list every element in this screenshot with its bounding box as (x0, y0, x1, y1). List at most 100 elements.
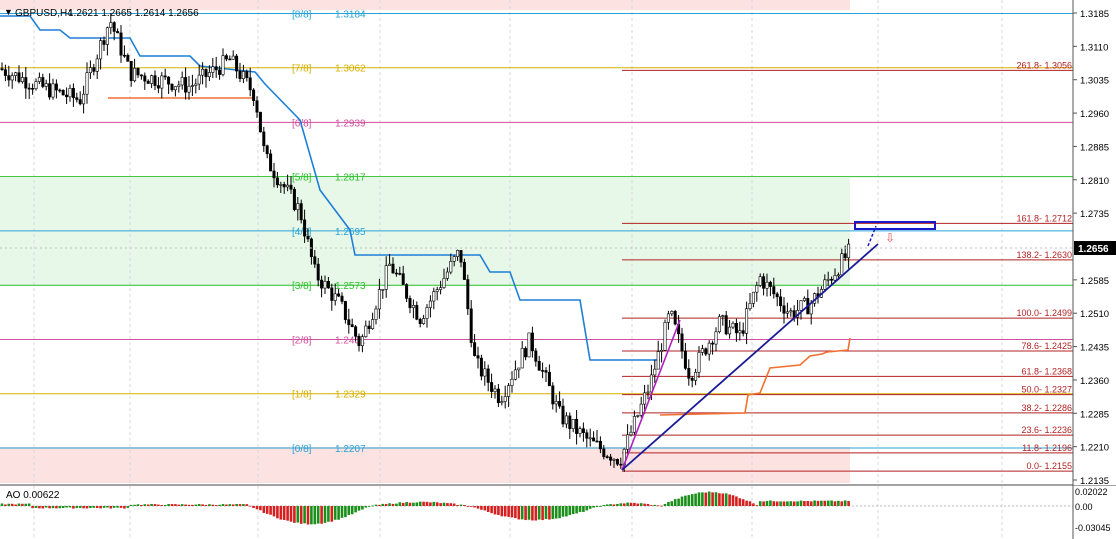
ao-bar (180, 504, 184, 506)
candle-body (789, 310, 793, 313)
candle-body (31, 88, 35, 90)
ao-bar (653, 504, 657, 506)
ao-bar (55, 506, 58, 509)
candle-body (680, 333, 684, 352)
ao-axis-ticks: 0.02022 0.00 -0.03045 (1075, 487, 1111, 533)
candle-body (398, 273, 402, 275)
ao-bar (367, 506, 371, 507)
candle-body (388, 263, 392, 266)
ao-bar (143, 504, 147, 506)
ao-bar (626, 502, 629, 506)
ao-bar (364, 506, 368, 508)
candle-body (731, 322, 735, 328)
price-tick-label: 1.2585 (1080, 276, 1109, 287)
ao-bar (167, 503, 170, 506)
ao-bar (694, 493, 697, 506)
candle-body (7, 75, 11, 81)
ao-bar (558, 506, 561, 519)
candle-body (34, 81, 38, 89)
ao-bar (197, 504, 201, 506)
ao-bar (439, 503, 442, 506)
ao-bar (711, 492, 714, 506)
murrey-value: 1.3184 (335, 9, 366, 20)
ao-bar (384, 503, 388, 506)
ao-bar (799, 500, 803, 506)
candle-body (54, 83, 58, 91)
candle-body (755, 285, 759, 293)
ao-bar (425, 501, 429, 506)
dropdown-arrow-icon[interactable]: ▼ (4, 7, 13, 17)
candle-body (639, 403, 643, 416)
ao-bar (718, 493, 721, 506)
ao-bar (327, 506, 330, 522)
ao-bar (816, 500, 820, 506)
ao-bar (27, 503, 31, 506)
price-tick-label: 1.2360 (1080, 376, 1109, 387)
candle-body (721, 315, 725, 317)
ao-bar (486, 506, 490, 513)
ao-bar (493, 506, 497, 515)
candle-body (184, 77, 188, 93)
price-tick-label: 1.2210 (1080, 443, 1109, 454)
ao-bar (214, 505, 218, 506)
candle-body (354, 326, 358, 337)
candle-body (364, 325, 368, 338)
ao-bar (225, 504, 228, 506)
candle-body (439, 287, 443, 290)
ao-bar (85, 506, 89, 509)
ao-bar (126, 506, 130, 508)
ao-bar (51, 506, 55, 509)
candle-body (823, 279, 827, 290)
fib-label: 50.0- 1.2327 (1021, 385, 1072, 395)
ao-bar (17, 503, 21, 506)
ao-bar (174, 504, 177, 506)
price-tick-label: 1.2510 (1080, 309, 1109, 320)
candle-body (27, 87, 31, 90)
ao-bar (163, 504, 167, 506)
ao-bar (7, 503, 11, 506)
candle-body (269, 153, 273, 172)
ao-bar (177, 504, 181, 506)
candle-body (449, 261, 453, 273)
ao-bar (252, 506, 255, 509)
candle-body (405, 284, 409, 299)
ao-bar (31, 506, 34, 509)
ao-bar (595, 506, 599, 508)
ao-bar (415, 502, 419, 506)
candle-body (3, 69, 7, 76)
candle-body (690, 377, 694, 381)
fib-label: 61.8- 1.2368 (1021, 366, 1072, 376)
ao-bar (310, 506, 313, 525)
ao-bar (153, 504, 157, 506)
candle-body (605, 456, 609, 458)
candle-body (758, 276, 762, 286)
candle-body (316, 263, 320, 281)
ao-bar (337, 506, 340, 520)
ao-bar (235, 503, 238, 506)
ao-bar (320, 506, 323, 524)
candle-body (473, 342, 477, 356)
ao-bar (21, 503, 24, 506)
candle-body (299, 203, 303, 221)
chart-canvas[interactable]: [8/8] 1.3184[7/8] 1.3062[6/8] 1.2939[5/8] 1.… (0, 0, 1116, 539)
ao-bar (65, 506, 68, 508)
candle-body (585, 432, 589, 439)
ao-bar (245, 504, 249, 506)
ao-tick-label: 0.02022 (1075, 487, 1108, 497)
candle-body (636, 415, 640, 417)
candle-body (544, 370, 548, 373)
candle-body (445, 271, 449, 279)
ao-bar (582, 506, 585, 512)
candle-body (507, 385, 511, 397)
candle-body (558, 401, 562, 407)
ao-bar (514, 506, 517, 519)
candle-body (711, 342, 715, 345)
upper-range-zone (0, 178, 850, 286)
ao-bar (10, 503, 14, 506)
candle-body (252, 89, 256, 101)
ao-bar (14, 504, 17, 506)
trading-chart[interactable]: [8/8] 1.3184 [7/8] 1.3062 [6/8] 1.2939 [5/8] 1.… (0, 0, 1116, 539)
ao-bar (293, 506, 296, 523)
price-tick-label: 1.2735 (1080, 209, 1109, 220)
candle-body (619, 463, 623, 466)
